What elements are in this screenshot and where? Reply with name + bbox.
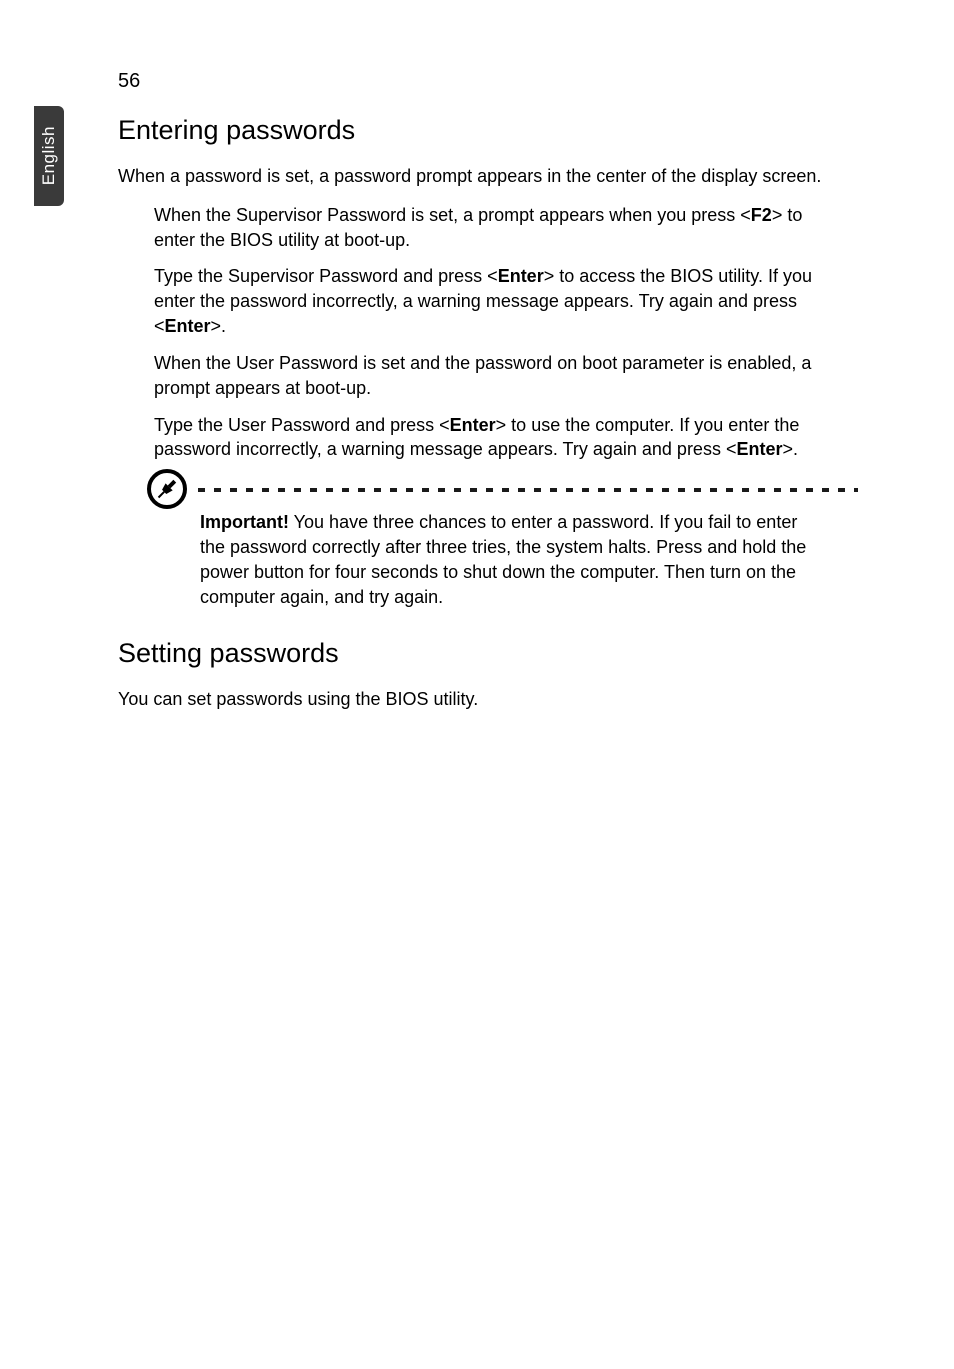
- key-f2: F2: [751, 205, 772, 225]
- setting-text: You can set passwords using the BIOS uti…: [118, 687, 838, 712]
- step-user-prompt: When the User Password is set and the pa…: [154, 351, 838, 401]
- pin-icon: [146, 468, 188, 515]
- language-tab: English: [34, 106, 64, 206]
- step-supervisor-prompt: When the Supervisor Password is set, a p…: [154, 203, 838, 253]
- heading-entering-passwords: Entering passwords: [118, 115, 838, 146]
- heading-setting-passwords: Setting passwords: [118, 638, 838, 669]
- page-content: Entering passwords When a password is se…: [118, 115, 838, 725]
- important-callout: Important! You have three chances to ent…: [118, 474, 838, 609]
- page-number: 56: [118, 70, 140, 93]
- callout-text: Important! You have three chances to ent…: [200, 474, 826, 609]
- step-supervisor-enter: Type the Supervisor Password and press <…: [154, 264, 838, 338]
- key-enter: Enter: [450, 415, 496, 435]
- key-enter: Enter: [498, 266, 544, 286]
- entering-intro: When a password is set, a password promp…: [118, 164, 838, 189]
- language-tab-label: English: [39, 126, 59, 185]
- step-user-enter: Type the User Password and press <Enter>…: [154, 413, 838, 463]
- callout-label: Important!: [200, 512, 289, 532]
- callout-divider: [198, 488, 858, 492]
- entering-steps: When the Supervisor Password is set, a p…: [154, 203, 838, 462]
- key-enter: Enter: [165, 316, 211, 336]
- key-enter: Enter: [736, 439, 782, 459]
